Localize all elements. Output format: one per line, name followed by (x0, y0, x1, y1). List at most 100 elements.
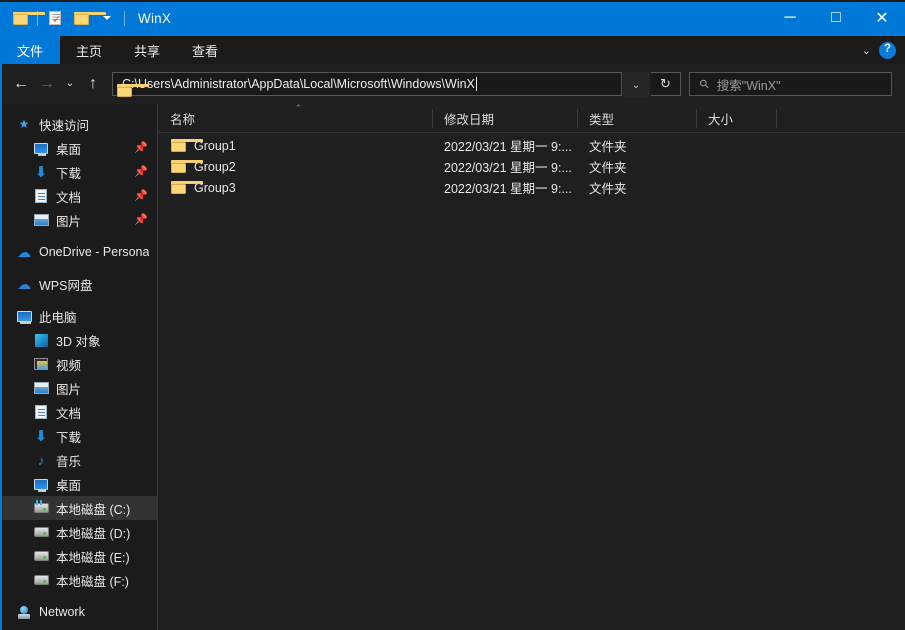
help-icon[interactable]: ? (879, 42, 896, 59)
tab-file[interactable]: 文件 (0, 36, 60, 64)
tab-share[interactable]: 共享 (118, 36, 176, 64)
sidebar-item-label: 此电脑 (39, 307, 77, 326)
file-name-cell: Group1 (158, 139, 432, 153)
address-bar[interactable]: C:\Users\Administrator\AppData\Local\Mic… (112, 72, 622, 96)
sidebar-item-desktop[interactable]: 桌面 📌 (0, 136, 157, 160)
file-rows: Group1 2022/03/21 星期一 9:... 文件夹 Group2 2… (158, 133, 905, 198)
file-date-cell: 2022/03/21 星期一 9:... (432, 157, 577, 176)
sidebar-item-label: 音乐 (56, 451, 81, 470)
chevron-down-icon[interactable]: ⌄ (862, 44, 871, 57)
sidebar-item-downloads-pc[interactable]: ⬇ 下载 (0, 424, 157, 448)
search-icon: ⚲ (696, 76, 712, 92)
pictures-icon (33, 380, 49, 396)
wps-cloud-icon: ☁ (16, 276, 32, 292)
sidebar-item-onedrive[interactable]: ☁ OneDrive - Persona (0, 240, 157, 264)
3d-objects-icon (33, 332, 49, 348)
sidebar-item-downloads[interactable]: ⬇ 下载 📌 (0, 160, 157, 184)
file-date-cell: 2022/03/21 星期一 9:... (432, 136, 577, 155)
drive-icon (33, 548, 49, 564)
address-dropdown-icon[interactable]: ⌄ (623, 72, 649, 98)
text-caret (476, 77, 477, 91)
sidebar-item-network[interactable]: Network (0, 600, 157, 624)
sidebar-item-videos[interactable]: 视频 (0, 352, 157, 376)
sidebar-item-pictures[interactable]: 图片 📌 (0, 208, 157, 232)
sort-ascending-icon: ⌃ (294, 105, 303, 111)
downloads-icon: ⬇ (33, 164, 49, 180)
search-placeholder: 搜索"WinX" (717, 75, 781, 94)
file-explorer-window: ✓ WinX ─ □ ✕ 文件 主页 共享 查看 ⌄ ? ← → (0, 0, 905, 630)
ribbon-right-controls: ⌄ ? (862, 36, 905, 64)
navigation-pane[interactable]: ★ 快速访问 桌面 📌 ⬇ 下载 📌 文档 📌 图片 📌 (0, 104, 158, 630)
sidebar-item-label: 桌面 (56, 139, 81, 158)
sidebar-item-label: 本地磁盘 (C:) (56, 499, 130, 518)
file-list-pane: 名称 ⌃ 修改日期 类型 大小 Group1 2022/03/21 星期一 9:… (158, 104, 905, 630)
recent-locations-icon[interactable]: ⌄ (60, 71, 80, 97)
forward-icon[interactable]: → (34, 71, 60, 97)
sidebar-item-label: 图片 (56, 211, 81, 230)
table-row[interactable]: Group3 2022/03/21 星期一 9:... 文件夹 (158, 177, 905, 198)
column-header-type[interactable]: 类型 (577, 104, 696, 133)
folder-icon (171, 139, 186, 152)
sidebar-item-this-pc[interactable]: 此电脑 (0, 304, 157, 328)
new-folder-icon[interactable] (68, 5, 94, 31)
column-header-empty[interactable] (776, 104, 905, 133)
properties-folder-icon[interactable] (7, 5, 33, 31)
maximize-button[interactable]: □ (813, 0, 859, 36)
sidebar-item-drive-f[interactable]: 本地磁盘 (F:) (0, 568, 157, 592)
sidebar-item-music[interactable]: ♪ 音乐 (0, 448, 157, 472)
minimize-button[interactable]: ─ (767, 0, 813, 36)
sidebar-item-documents[interactable]: 文档 📌 (0, 184, 157, 208)
column-header-name[interactable]: 名称 ⌃ (158, 104, 432, 133)
file-type-cell: 文件夹 (577, 136, 696, 155)
column-headers: 名称 ⌃ 修改日期 类型 大小 (158, 104, 905, 133)
table-row[interactable]: Group2 2022/03/21 星期一 9:... 文件夹 (158, 156, 905, 177)
pin-icon[interactable]: 📌 (134, 141, 148, 154)
ribbon-tab-bar: 文件 主页 共享 查看 ⌄ ? (0, 36, 905, 64)
tab-home[interactable]: 主页 (60, 36, 118, 64)
sidebar-item-documents-pc[interactable]: 文档 (0, 400, 157, 424)
sidebar-item-quick-access[interactable]: ★ 快速访问 (0, 112, 157, 136)
file-name-cell: Group2 (158, 160, 432, 174)
folder-icon (171, 160, 186, 173)
close-button[interactable]: ✕ (859, 0, 905, 36)
desktop-icon (33, 476, 49, 492)
refresh-button[interactable]: ↻ (651, 72, 681, 96)
sidebar-item-label: 本地磁盘 (D:) (56, 523, 130, 542)
pin-icon[interactable]: 📌 (134, 165, 148, 178)
drive-icon (33, 572, 49, 588)
up-icon[interactable]: ↑ (80, 71, 106, 97)
window-top-border (0, 0, 905, 2)
column-header-date[interactable]: 修改日期 (432, 104, 577, 133)
downloads-icon: ⬇ (33, 428, 49, 444)
customize-qat-icon[interactable] (94, 5, 120, 31)
search-box[interactable]: ⚲ 搜索"WinX" (689, 72, 892, 96)
sidebar-item-pictures-pc[interactable]: 图片 (0, 376, 157, 400)
this-pc-icon (16, 308, 32, 324)
pin-icon[interactable]: 📌 (134, 189, 148, 202)
sidebar-item-label: 快速访问 (39, 115, 89, 134)
tab-view[interactable]: 查看 (176, 36, 234, 64)
folder-icon (171, 181, 186, 194)
sidebar-item-drive-c[interactable]: 本地磁盘 (C:) (0, 496, 157, 520)
properties-icon[interactable]: ✓ (42, 5, 68, 31)
back-icon[interactable]: ← (8, 71, 34, 97)
sidebar-item-drive-e[interactable]: 本地磁盘 (E:) (0, 544, 157, 568)
sidebar-item-drive-d[interactable]: 本地磁盘 (D:) (0, 520, 157, 544)
quick-access-toolbar: ✓ (0, 0, 129, 36)
file-type-cell: 文件夹 (577, 157, 696, 176)
documents-icon (33, 188, 49, 204)
window-left-border (0, 36, 2, 630)
sidebar-item-wps-cloud[interactable]: ☁ WPS网盘 (0, 272, 157, 296)
drive-icon (33, 524, 49, 540)
toolbar-divider-2 (124, 11, 125, 26)
table-row[interactable]: Group1 2022/03/21 星期一 9:... 文件夹 (158, 135, 905, 156)
sidebar-item-label: Network (39, 605, 85, 619)
file-name-cell: Group3 (158, 181, 432, 195)
sidebar-item-desktop-pc[interactable]: 桌面 (0, 472, 157, 496)
file-date-cell: 2022/03/21 星期一 9:... (432, 178, 577, 197)
main-area: ★ 快速访问 桌面 📌 ⬇ 下载 📌 文档 📌 图片 📌 (0, 104, 905, 630)
sidebar-item-3d-objects[interactable]: 3D 对象 (0, 328, 157, 352)
column-header-size[interactable]: 大小 (696, 104, 776, 133)
pin-icon[interactable]: 📌 (134, 213, 148, 226)
onedrive-icon: ☁ (16, 244, 32, 260)
